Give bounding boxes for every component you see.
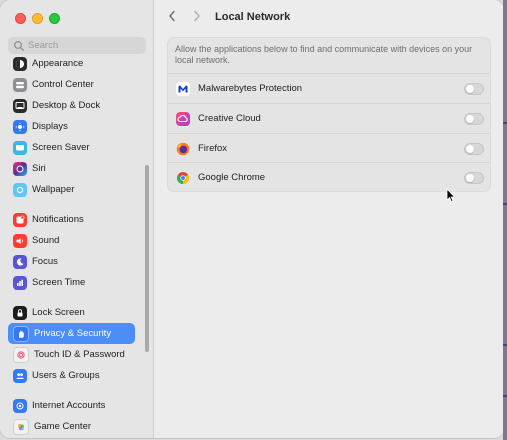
app-name: Firefox bbox=[198, 143, 228, 154]
app-row-creative-cloud: Creative Cloud bbox=[168, 103, 490, 133]
settings-window: Appearance Control Center Desktop & Dock… bbox=[0, 0, 504, 438]
sidebar-item-sound[interactable]: Sound bbox=[8, 230, 135, 251]
creative-cloud-toggle[interactable] bbox=[464, 113, 484, 125]
sidebar-item-label: Screen Saver bbox=[32, 142, 90, 153]
users-groups-icon bbox=[13, 368, 27, 383]
sidebar-item-control-center[interactable]: Control Center bbox=[8, 74, 135, 95]
sidebar-item-siri[interactable]: Siri bbox=[8, 158, 135, 179]
sidebar-item-label: Appearance bbox=[32, 58, 84, 69]
wallpaper-icon bbox=[13, 182, 27, 197]
sidebar-item-appearance[interactable]: Appearance bbox=[8, 53, 135, 74]
sidebar-item-label: Lock Screen bbox=[32, 307, 85, 318]
edge-mark bbox=[503, 203, 507, 205]
sidebar-item-label: Touch ID & Password bbox=[34, 349, 125, 360]
privacy-hand-icon bbox=[13, 325, 29, 342]
mouse-cursor-icon bbox=[446, 188, 456, 203]
sidebar-item-label: Notifications bbox=[32, 214, 84, 225]
app-name: Google Chrome bbox=[198, 172, 266, 183]
touch-id-icon bbox=[13, 346, 29, 363]
toggle-knob bbox=[466, 115, 474, 123]
sidebar-item-label: Desktop & Dock bbox=[32, 100, 101, 111]
background-window-edge bbox=[503, 0, 507, 440]
zoom-button[interactable] bbox=[49, 13, 60, 24]
app-row-chrome: Google Chrome bbox=[168, 162, 490, 192]
toggle-knob bbox=[466, 174, 474, 182]
panel-description: Allow the applications below to find and… bbox=[175, 44, 473, 65]
malwarebytes-icon bbox=[176, 81, 190, 96]
firefox-icon bbox=[176, 142, 190, 156]
sidebar-item-label: Displays bbox=[32, 121, 68, 132]
control-center-icon bbox=[13, 77, 27, 92]
sidebar-item-label: Screen Time bbox=[32, 277, 86, 288]
sidebar-item-touch-id[interactable]: Touch ID & Password bbox=[8, 344, 135, 365]
edge-mark bbox=[503, 122, 507, 124]
toggle-knob bbox=[466, 85, 474, 93]
chevron-left-icon bbox=[169, 10, 175, 22]
local-network-panel: Allow the applications below to find and… bbox=[167, 37, 491, 192]
sidebar-item-displays[interactable]: Displays bbox=[8, 116, 135, 137]
displays-icon bbox=[13, 119, 27, 134]
chrome-toggle[interactable] bbox=[464, 172, 484, 184]
malwarebytes-toggle[interactable] bbox=[464, 83, 484, 95]
sound-icon bbox=[13, 233, 27, 248]
app-name: Creative Cloud bbox=[198, 113, 261, 124]
creative-cloud-icon bbox=[176, 111, 190, 126]
notifications-icon bbox=[13, 212, 27, 227]
chrome-icon bbox=[176, 171, 190, 185]
minimize-button[interactable] bbox=[32, 13, 43, 24]
screen-saver-icon bbox=[13, 140, 27, 155]
window-controls bbox=[15, 13, 60, 24]
sidebar-item-screen-time[interactable]: Screen Time bbox=[8, 272, 135, 293]
edge-mark bbox=[503, 344, 507, 346]
sidebar-item-wallpaper[interactable]: Wallpaper bbox=[8, 179, 135, 200]
search-input[interactable] bbox=[28, 40, 138, 51]
sidebar-item-label: Focus bbox=[32, 256, 58, 267]
sidebar-item-lock-screen[interactable]: Lock Screen bbox=[8, 302, 135, 323]
search-field[interactable] bbox=[8, 37, 146, 54]
sidebar-item-label: Users & Groups bbox=[32, 370, 100, 381]
page-title: Local Network bbox=[215, 11, 291, 23]
search-icon bbox=[14, 40, 24, 51]
sidebar-item-notifications[interactable]: Notifications bbox=[8, 209, 135, 230]
forward-button[interactable] bbox=[193, 9, 201, 25]
close-button[interactable] bbox=[15, 13, 26, 24]
edge-mark bbox=[503, 395, 507, 397]
sidebar-item-internet-accounts[interactable]: Internet Accounts bbox=[8, 395, 135, 416]
sidebar-scrollbar[interactable] bbox=[145, 165, 149, 352]
app-name: Malwarebytes Protection bbox=[198, 83, 303, 94]
sidebar-item-label: Privacy & Security bbox=[34, 328, 112, 339]
lock-screen-icon bbox=[13, 305, 27, 320]
screen-time-icon bbox=[13, 275, 27, 290]
firefox-toggle[interactable] bbox=[464, 143, 484, 155]
back-button[interactable] bbox=[168, 9, 176, 25]
sidebar-item-label: Wallpaper bbox=[32, 184, 75, 195]
sidebar-item-desktop-dock[interactable]: Desktop & Dock bbox=[8, 95, 135, 116]
appearance-icon bbox=[13, 56, 27, 71]
chevron-right-icon bbox=[194, 10, 200, 22]
game-center-icon bbox=[13, 418, 29, 435]
sidebar-item-game-center[interactable]: Game Center bbox=[8, 416, 135, 437]
sidebar-item-screen-saver[interactable]: Screen Saver bbox=[8, 137, 135, 158]
sidebar-item-label: Siri bbox=[32, 163, 46, 174]
app-row-firefox: Firefox bbox=[168, 133, 490, 163]
sidebar-item-label: Control Center bbox=[32, 79, 94, 90]
sidebar-item-label: Internet Accounts bbox=[32, 400, 106, 411]
content-area: Local Network Allow the applications bel… bbox=[154, 0, 504, 438]
focus-icon bbox=[13, 254, 27, 269]
sidebar: Appearance Control Center Desktop & Dock… bbox=[0, 0, 154, 438]
sidebar-item-label: Game Center bbox=[34, 421, 92, 432]
internet-accounts-icon bbox=[13, 398, 27, 413]
siri-icon bbox=[13, 161, 27, 176]
toggle-knob bbox=[466, 145, 474, 153]
app-row-malwarebytes: Malwarebytes Protection bbox=[168, 73, 490, 103]
sidebar-item-focus[interactable]: Focus bbox=[8, 251, 135, 272]
desktop-dock-icon bbox=[13, 98, 27, 113]
sidebar-item-users-groups[interactable]: Users & Groups bbox=[8, 365, 135, 386]
sidebar-item-privacy-security[interactable]: Privacy & Security bbox=[8, 323, 135, 344]
sidebar-item-label: Sound bbox=[32, 235, 60, 246]
